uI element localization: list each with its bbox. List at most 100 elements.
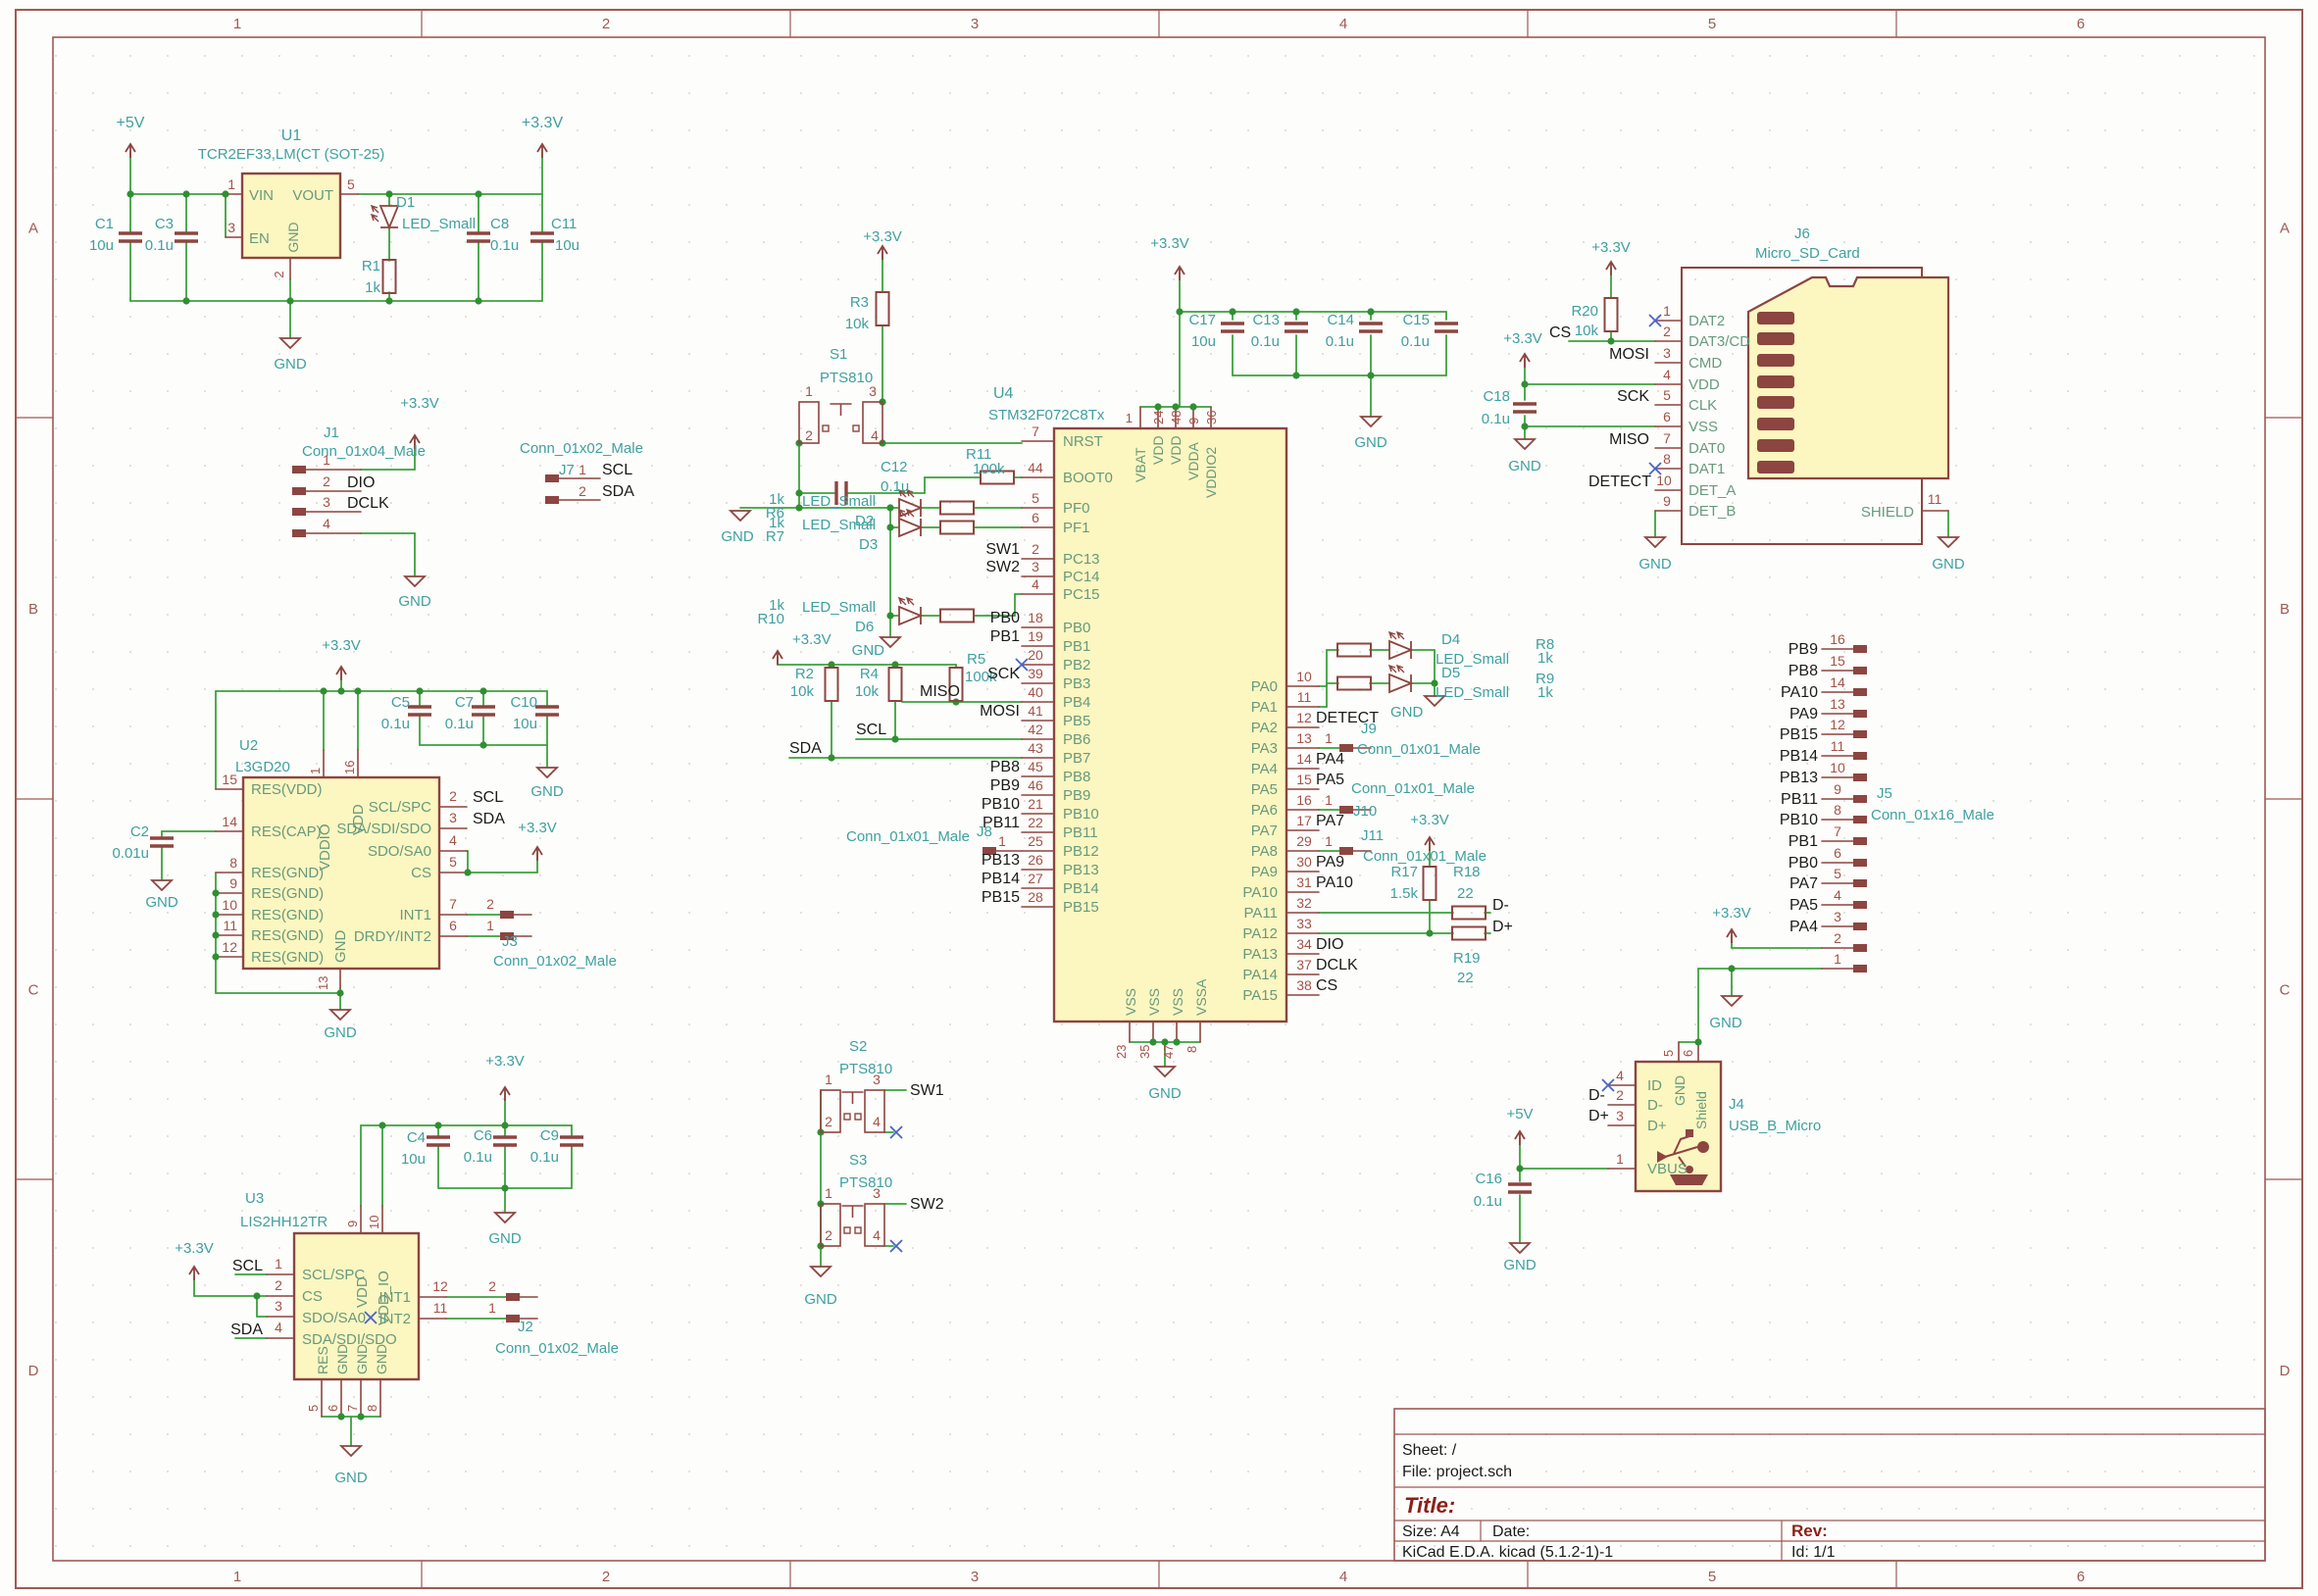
net-label[interactable]: DCLK <box>1316 957 1358 973</box>
field-text[interactable]: GND <box>1932 556 1965 573</box>
net-label[interactable]: SCL <box>473 789 503 806</box>
field-text[interactable]: Conn_01x16_Male <box>1871 807 1994 823</box>
field-text[interactable]: U3 <box>245 1190 264 1207</box>
field-text[interactable]: Conn_01x01_Male <box>1351 780 1475 797</box>
field-text[interactable]: J8 <box>977 823 992 840</box>
net-label[interactable]: SCK <box>1617 388 1649 405</box>
field-text[interactable]: GND <box>852 642 885 659</box>
field-text[interactable]: +3.3V <box>1150 235 1189 252</box>
net-label[interactable]: MISO <box>920 683 960 700</box>
field-text[interactable]: 0.1u <box>881 478 909 495</box>
field-text[interactable]: R20 <box>1571 303 1598 320</box>
net-label[interactable]: PB10 <box>1780 812 1818 828</box>
net-label[interactable]: SW2 <box>910 1196 944 1213</box>
net-label[interactable]: SDA <box>230 1322 263 1338</box>
field-text[interactable]: C14 <box>1327 312 1354 328</box>
field-text[interactable]: 0.1u <box>490 237 519 254</box>
net-label[interactable]: MISO <box>1609 431 1649 448</box>
field-text[interactable]: +3.3V <box>485 1053 525 1070</box>
field-text[interactable]: R3 <box>850 294 869 311</box>
field-text[interactable]: GND <box>145 894 178 911</box>
field-text[interactable]: 0.1u <box>381 716 410 732</box>
field-text[interactable]: +3.3V <box>175 1240 214 1257</box>
field-text[interactable]: Conn_01x02_Male <box>495 1340 619 1357</box>
field-text[interactable]: LED_Small <box>402 216 476 232</box>
field-text[interactable]: S1 <box>830 346 847 363</box>
field-text[interactable]: C8 <box>490 216 509 232</box>
net-label[interactable]: PA7 <box>1789 875 1818 892</box>
field-text[interactable]: 0.1u <box>145 237 174 254</box>
net-label[interactable]: CS <box>1549 324 1571 341</box>
field-text[interactable]: 0.1u <box>464 1149 492 1166</box>
field-text[interactable]: D5 <box>1441 665 1460 681</box>
net-label[interactable]: PB9 <box>990 777 1020 794</box>
field-text[interactable]: C12 <box>881 459 908 475</box>
field-text[interactable]: LED_Small <box>1436 684 1509 701</box>
net-label[interactable]: CS <box>1316 977 1337 994</box>
field-text[interactable]: GND <box>530 783 564 800</box>
net-label[interactable]: SCL <box>856 722 886 738</box>
net-label[interactable]: SW2 <box>985 559 1020 575</box>
field-text[interactable]: 10u <box>1191 333 1216 350</box>
field-text[interactable]: PTS810 <box>839 1061 892 1077</box>
net-label[interactable]: PB8 <box>990 759 1020 775</box>
field-text[interactable]: C15 <box>1402 312 1430 328</box>
net-label[interactable]: PB15 <box>982 889 1020 906</box>
net-label[interactable]: PA10 <box>1316 874 1353 891</box>
field-text[interactable]: 10k <box>845 316 870 332</box>
field-text[interactable]: L3GD20 <box>235 759 290 775</box>
net-label[interactable]: PB8 <box>1789 663 1818 679</box>
net-label[interactable]: DIO <box>1316 936 1343 953</box>
field-text[interactable]: J11 <box>1361 827 1384 844</box>
net-label[interactable]: PA9 <box>1316 854 1344 871</box>
field-text[interactable]: U2 <box>239 737 258 754</box>
field-text[interactable]: 22 <box>1457 970 1474 986</box>
field-text[interactable]: 10k <box>1575 323 1599 339</box>
field-text[interactable]: +3.3V <box>1712 905 1751 922</box>
net-label[interactable]: PB0 <box>990 610 1020 626</box>
field-text[interactable]: R19 <box>1453 950 1481 967</box>
field-text[interactable]: +3.3V <box>1410 812 1449 828</box>
field-text[interactable]: 10u <box>555 237 580 254</box>
field-text[interactable]: Conn_01x02_Male <box>493 953 617 970</box>
field-text[interactable]: J10 <box>1353 803 1377 820</box>
field-text[interactable]: LED_Small <box>802 493 876 510</box>
net-label[interactable]: PB13 <box>982 852 1020 869</box>
net-label[interactable]: D+ <box>1588 1108 1609 1124</box>
field-text[interactable]: PTS810 <box>820 370 873 386</box>
field-text[interactable]: C9 <box>540 1127 559 1144</box>
field-text[interactable]: 0.1u <box>1474 1193 1502 1210</box>
net-label[interactable]: D- <box>1588 1087 1605 1104</box>
field-text[interactable]: U4 <box>993 385 1014 402</box>
field-text[interactable]: C3 <box>155 216 174 232</box>
field-text[interactable]: C2 <box>130 823 149 840</box>
field-text[interactable]: +5V <box>1506 1106 1533 1122</box>
field-text[interactable]: C11 <box>551 216 577 232</box>
field-text[interactable]: 0.1u <box>1401 333 1430 350</box>
field-text[interactable]: J7 <box>559 462 575 478</box>
field-text[interactable]: C17 <box>1188 312 1216 328</box>
field-text[interactable]: R7 <box>766 528 784 545</box>
field-text[interactable]: R17 <box>1390 864 1418 880</box>
field-text[interactable]: GND <box>1709 1015 1742 1031</box>
net-label[interactable]: MOSI <box>1609 346 1649 363</box>
field-text[interactable]: +3.3V <box>1591 239 1631 256</box>
field-text[interactable]: GND <box>334 1470 368 1486</box>
field-text[interactable]: J4 <box>1729 1096 1744 1113</box>
field-text[interactable]: D1 <box>396 194 415 211</box>
net-label[interactable]: PB1 <box>1789 833 1818 850</box>
field-text[interactable]: 100k <box>973 461 1005 477</box>
net-label[interactable]: SDA <box>789 740 822 757</box>
field-text[interactable]: 10u <box>89 237 114 254</box>
field-text[interactable]: GND <box>398 593 431 610</box>
field-text[interactable]: 1.5k <box>1390 885 1419 902</box>
net-label[interactable]: DETECT <box>1588 474 1651 490</box>
field-text[interactable]: Conn_01x01_Male <box>1357 741 1481 758</box>
net-label[interactable]: SDA <box>602 483 634 500</box>
field-text[interactable]: Conn_01x01_Male <box>846 828 970 845</box>
field-text[interactable]: +3.3V <box>518 820 557 836</box>
field-text[interactable]: GND <box>1503 1257 1537 1273</box>
field-text[interactable]: +3.3V <box>322 637 361 654</box>
net-label[interactable]: PA4 <box>1789 919 1818 935</box>
field-text[interactable]: 10k <box>790 683 815 700</box>
